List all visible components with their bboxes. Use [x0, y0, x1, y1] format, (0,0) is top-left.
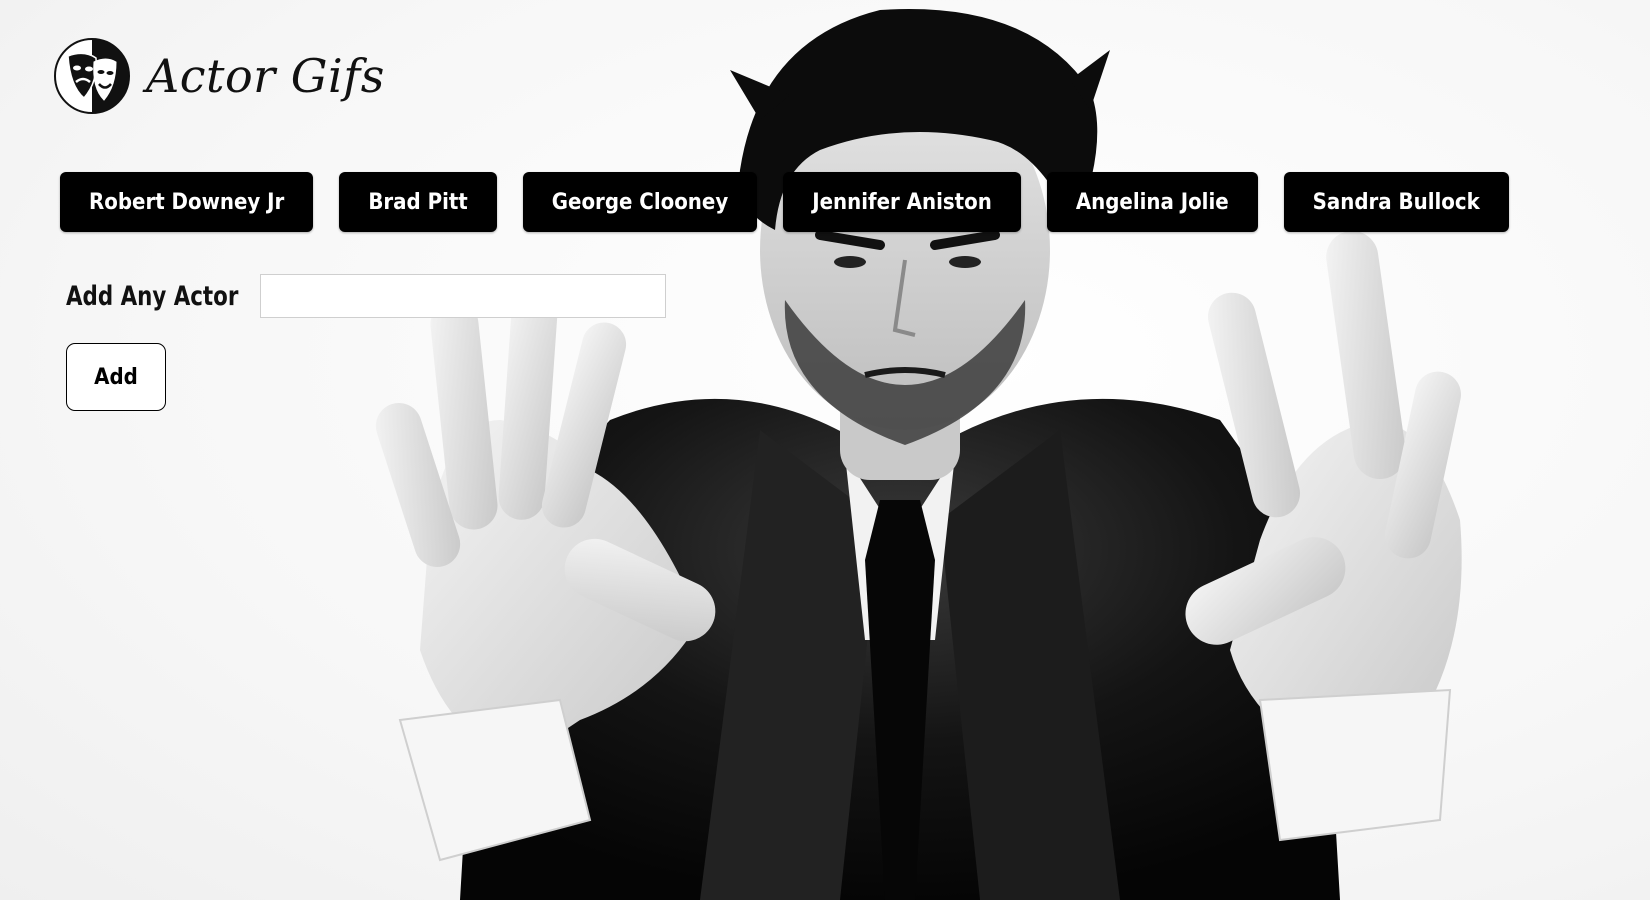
- add-actor-button[interactable]: Add: [66, 343, 166, 411]
- actor-button-brad-pitt[interactable]: Brad Pitt: [339, 172, 497, 232]
- app-title: Actor Gifs: [146, 49, 385, 103]
- actor-button-bar: Robert Downey Jr Brad Pitt George Cloone…: [60, 172, 1509, 232]
- background-hero-image: [375, 9, 1462, 900]
- add-actor-input[interactable]: [259, 274, 666, 318]
- actor-button-sandra-bullock[interactable]: Sandra Bullock: [1283, 172, 1509, 232]
- actor-button-angelina-jolie[interactable]: Angelina Jolie: [1046, 172, 1258, 232]
- actor-button-jennifer-aniston[interactable]: Jennifer Aniston: [783, 172, 1021, 232]
- page: Actor Gifs Robert Downey Jr Brad Pitt Ge…: [0, 0, 1650, 900]
- theater-masks-icon: [54, 38, 130, 114]
- app-logo[interactable]: Actor Gifs: [52, 36, 385, 116]
- actor-button-george-clooney[interactable]: George Clooney: [522, 172, 758, 232]
- add-actor-label: Add Any Actor: [66, 280, 239, 312]
- add-actor-form: Add Any Actor: [66, 274, 666, 318]
- actor-button-robert-downey-jr[interactable]: Robert Downey Jr: [60, 172, 314, 232]
